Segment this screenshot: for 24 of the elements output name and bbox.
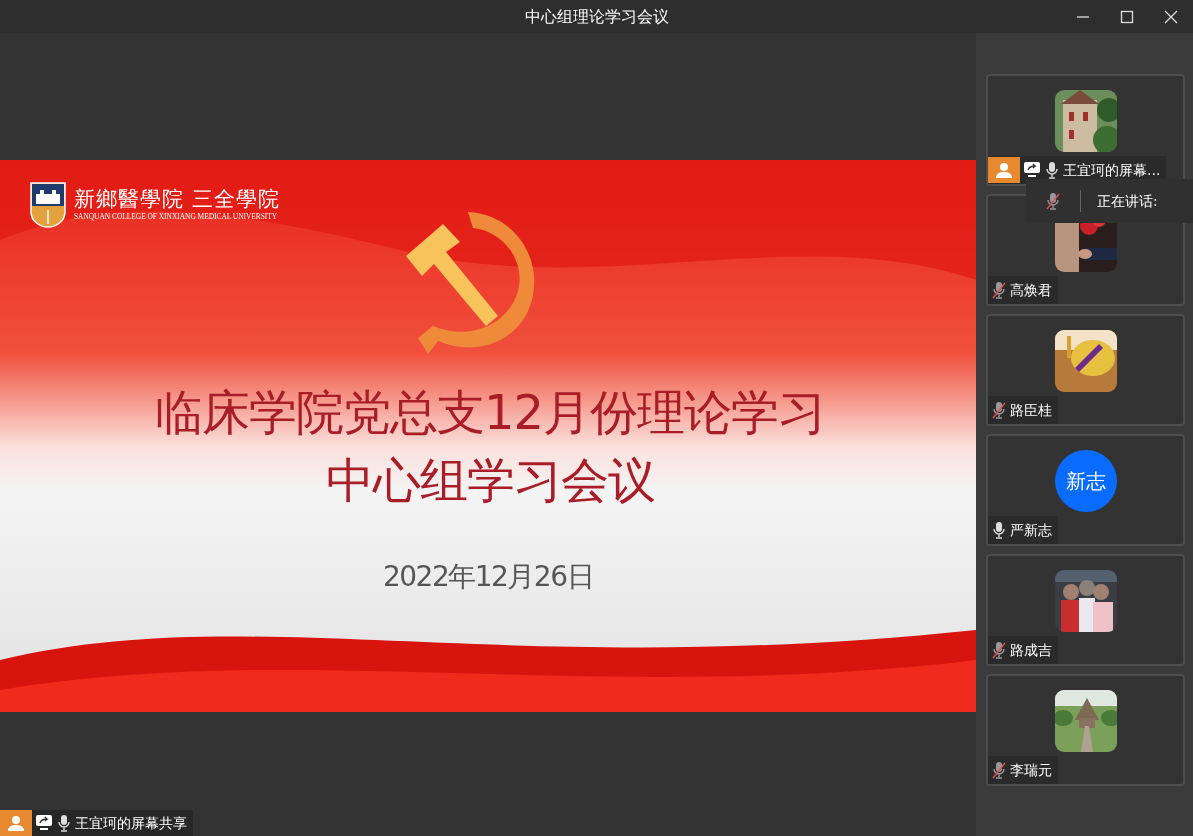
participant-tile[interactable]: 路臣桂 — [986, 314, 1185, 426]
slide-date: 2022年12月26日 — [382, 559, 594, 595]
window-title: 中心组理论学习会议 — [524, 6, 669, 28]
participant-tile[interactable]: 李瑞元 — [986, 674, 1185, 786]
college-crest-icon — [30, 182, 66, 228]
host-person-icon — [7, 814, 25, 832]
participant-name: 高焕君 — [1010, 280, 1053, 300]
host-person-icon — [995, 161, 1013, 179]
participant-tile[interactable]: 新志 严新志 — [986, 434, 1185, 546]
close-icon[interactable] — [1163, 8, 1179, 25]
participant-name: 王宜珂的屏幕... — [1063, 160, 1162, 180]
participant-name: 严新志 — [1010, 520, 1053, 540]
participant-name: 王宜珂的屏幕共享 — [75, 813, 188, 833]
avatar-initials: 新志 — [1054, 450, 1117, 512]
slide-title-line: 中心组学习会议 — [324, 451, 656, 510]
participant-name: 路成吉 — [1010, 640, 1053, 660]
speaking-label: 正在讲话: — [1097, 191, 1158, 211]
slide-title-line: 临床学院党总支12月份理论学习 — [153, 383, 827, 442]
maximize-icon[interactable] — [1119, 8, 1135, 25]
college-name: 新鄉醫學院 三全學院 — [74, 187, 280, 211]
participant-tile[interactable]: 路成吉 — [986, 554, 1185, 666]
participant-name: 李瑞元 — [1010, 760, 1053, 780]
participant-tile[interactable]: 王宜珂的屏幕... — [986, 74, 1185, 186]
participant-name: 路臣桂 — [1010, 400, 1053, 420]
